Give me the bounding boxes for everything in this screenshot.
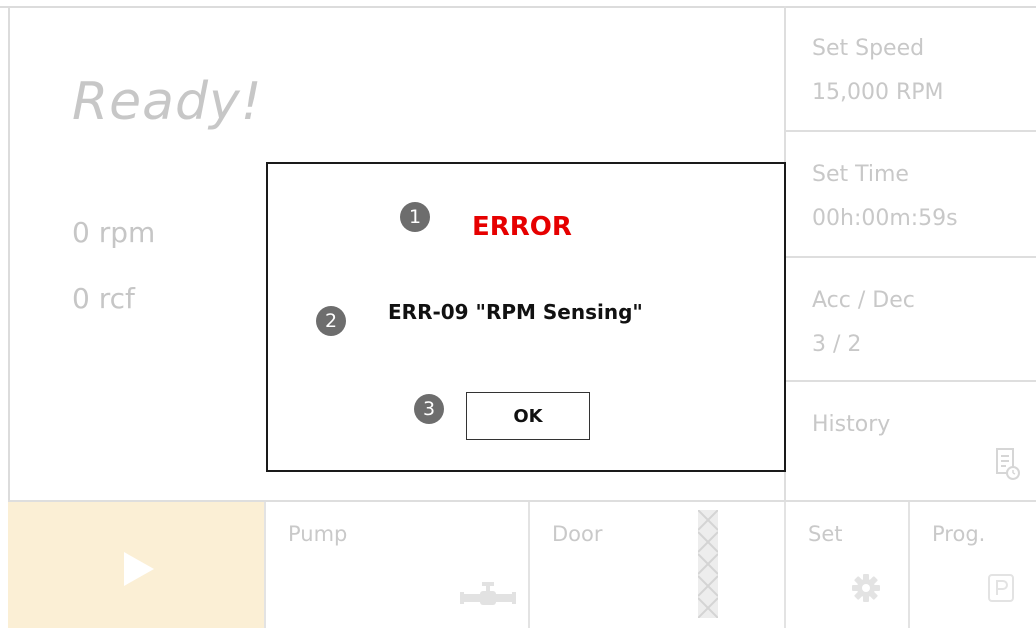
pump-label: Pump: [288, 522, 348, 546]
door-icon: [697, 509, 719, 622]
set-time-label: Set Time: [812, 162, 909, 187]
bottom-bar: Pump Door Set Prog.: [8, 500, 1036, 628]
door-label: Door: [552, 522, 603, 546]
history-button[interactable]: History: [786, 382, 1036, 498]
history-label: History: [812, 412, 891, 437]
error-dialog: 1 ERROR 2 ERR-09 "RPM Sensing" 3 OK: [266, 162, 786, 472]
prog-label: Prog.: [932, 522, 986, 546]
set-time-button[interactable]: Set Time 00h:00m:59s: [786, 132, 1036, 258]
set-button[interactable]: Set: [784, 502, 910, 628]
set-time-value: 00h:00m:59s: [812, 206, 958, 231]
door-button[interactable]: Door: [528, 502, 786, 628]
acc-dec-button[interactable]: Acc / Dec 3 / 2: [786, 258, 1036, 382]
set-speed-value: 15,000 RPM: [812, 80, 944, 105]
pump-button[interactable]: Pump: [264, 502, 530, 628]
rpm-readout: 0 rpm: [72, 216, 156, 249]
gear-icon: [852, 574, 880, 606]
status-title: Ready!: [72, 72, 263, 132]
error-title: ERROR: [472, 212, 572, 242]
callout-marker-2: 2: [316, 306, 346, 336]
rcf-readout: 0 rcf: [72, 282, 135, 315]
centrifuge-screen: Ready! 0 rpm 0 rcf Set Speed 15,000 RPM …: [0, 0, 1036, 628]
start-button[interactable]: [8, 502, 264, 628]
prog-button[interactable]: Prog.: [908, 502, 1036, 628]
acc-dec-label: Acc / Dec: [812, 288, 915, 313]
history-list-icon: [996, 448, 1020, 484]
set-label: Set: [808, 522, 843, 546]
acc-dec-value: 3 / 2: [812, 332, 862, 357]
ok-button[interactable]: OK: [466, 392, 590, 440]
pump-valve-icon: [460, 582, 516, 612]
program-p-icon: [988, 574, 1014, 606]
settings-panel: Set Speed 15,000 RPM Set Time 00h:00m:59…: [784, 6, 1036, 500]
play-icon: [124, 552, 154, 586]
error-message: ERR-09 "RPM Sensing": [388, 300, 643, 324]
callout-marker-1: 1: [400, 202, 430, 232]
callout-marker-3: 3: [414, 394, 444, 424]
set-speed-label: Set Speed: [812, 36, 925, 61]
set-speed-button[interactable]: Set Speed 15,000 RPM: [786, 6, 1036, 132]
